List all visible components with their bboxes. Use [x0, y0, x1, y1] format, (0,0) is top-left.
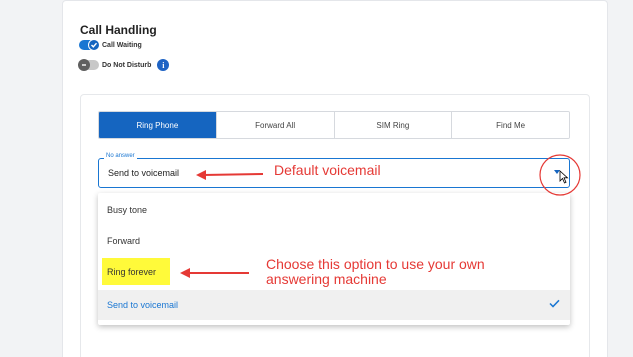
tab-forward-all[interactable]: Forward All: [216, 112, 335, 138]
do-not-disturb-label: Do Not Disturb: [102, 61, 152, 69]
menu-item-label: Send to voicemail: [107, 300, 179, 310]
routing-tabs: Ring Phone Forward All SIM Ring Find Me: [98, 111, 570, 139]
cursor-icon: [559, 170, 569, 189]
check-icon: [88, 39, 100, 51]
section-title: Call Handling: [80, 23, 157, 37]
tab-sim-ring[interactable]: SIM Ring: [334, 112, 453, 138]
call-waiting-toggle[interactable]: [79, 39, 100, 51]
highlight-spacer: [102, 258, 170, 285]
do-not-disturb-row: Do Not Disturb i: [78, 59, 170, 71]
menu-item-label: Forward: [107, 236, 141, 246]
minus-icon: [78, 59, 90, 71]
menu-item-send-to-voicemail[interactable]: Send to voicemail: [98, 290, 570, 320]
call-waiting-row: Call Waiting: [79, 39, 142, 51]
annotation-default-voicemail: Default voicemail: [274, 162, 381, 178]
menu-item-forward[interactable]: Forward: [98, 226, 570, 256]
menu-item-label: Busy tone: [107, 205, 148, 215]
checkmark-icon: [549, 299, 560, 310]
tab-ring-phone[interactable]: Ring Phone: [99, 112, 217, 138]
annotation-choose-option: Choose this option to use your own answe…: [266, 256, 485, 287]
call-waiting-label: Call Waiting: [102, 41, 142, 49]
no-answer-value: Send to voicemail: [108, 168, 180, 178]
do-not-disturb-toggle[interactable]: [78, 59, 99, 71]
tab-find-me[interactable]: Find Me: [452, 112, 569, 138]
no-answer-legend: No answer: [104, 153, 137, 159]
info-icon[interactable]: i: [157, 59, 170, 71]
menu-item-busy-tone[interactable]: Busy tone: [98, 195, 570, 225]
